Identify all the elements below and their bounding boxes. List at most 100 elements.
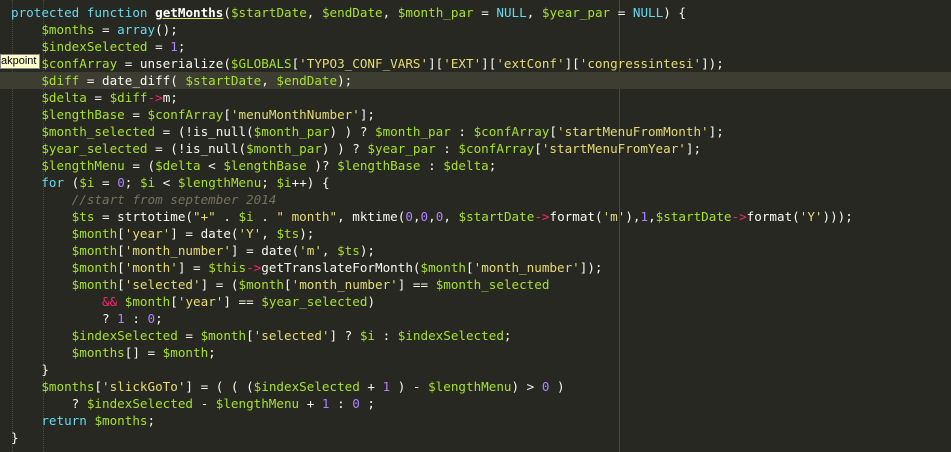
code-line[interactable]: $months['slickGoTo'] = ( ( ($indexSelect… (0, 378, 951, 395)
variable-token: $month (200, 328, 247, 343)
variable-token: $confArray (41, 56, 118, 71)
operator-token: -> (147, 90, 163, 105)
variable-token: $months (41, 379, 95, 394)
code-editor[interactable]: protected function getMonths($startDate,… (0, 0, 951, 452)
keyword-token: function (86, 5, 148, 20)
text-token: ]; (685, 141, 702, 156)
constant-token: NULL (496, 5, 527, 20)
variable-token: $confArray (147, 107, 224, 122)
string-token: " month" (276, 209, 338, 224)
text-token: [] = (124, 345, 163, 360)
code-line[interactable]: $month['month'] = $this->getTranslateFor… (0, 259, 951, 276)
code-line[interactable]: } (0, 361, 951, 378)
variable-token: $confArray (458, 141, 535, 156)
constant-token: NULL (632, 5, 664, 20)
text-token: [ (284, 277, 292, 292)
code-line[interactable]: //start from september 2014 (0, 191, 951, 208)
string-token: 'Y' (238, 226, 262, 241)
code-line[interactable]: ? 1 : 0; (0, 310, 951, 327)
text-token: ] == (397, 277, 436, 292)
code-line[interactable]: $lengthBase = $confArray['menuMonthNumbe… (0, 106, 951, 123)
text-token: = (86, 90, 110, 105)
code-line[interactable]: } (0, 429, 951, 446)
code-line[interactable]: && $month['year'] == $year_selected) (0, 293, 951, 310)
text-token: [ (117, 260, 125, 275)
text-token: [ (117, 277, 125, 292)
variable-token: $ts (276, 226, 300, 241)
code-line[interactable]: $month['month_number'] = date('m', $ts); (0, 242, 951, 259)
text-token: : (124, 311, 148, 326)
code-line[interactable]: $month['year'] = date('Y', $ts); (0, 225, 951, 242)
code-line[interactable]: for ($i = 0; $i < $lengthMenu; $i++) { (0, 174, 951, 191)
code-line[interactable]: $indexSelected = $month['selected'] ? $i… (0, 327, 951, 344)
variable-token: $i (238, 209, 254, 224)
text-token: ; (177, 39, 186, 54)
code-line[interactable]: $delta = $diff->m; (0, 89, 951, 106)
variable-token: $month (420, 260, 467, 275)
function-name-token: getMonths (155, 5, 224, 20)
text-token: )? (306, 158, 338, 173)
code-line[interactable]: $months = array(); (0, 21, 951, 38)
variable-token: $month (71, 277, 118, 292)
variable-token: $endDate (321, 5, 383, 20)
text-token: ; (359, 396, 375, 411)
text-token: ) ) ? (321, 141, 368, 156)
variable-token: $year_selected (261, 294, 368, 309)
variable-token: $year_selected (41, 141, 148, 156)
variable-token: $endDate (276, 73, 338, 88)
text-token: ] = ( ( ( (185, 379, 254, 394)
text-token: , (261, 226, 277, 241)
code-line[interactable]: $lengthMenu = ($delta < $lengthBase )? $… (0, 157, 951, 174)
code-line[interactable]: $year_selected = (!is_null($month_par) )… (0, 140, 951, 157)
text-token: , (306, 5, 322, 20)
variable-token: $months (94, 413, 148, 428)
text-token: : (329, 396, 353, 411)
operator-token: -> (246, 260, 262, 275)
code-line[interactable]: protected function getMonths($startDate,… (0, 4, 951, 21)
text-token: [ (170, 294, 178, 309)
keyword-token: for (41, 175, 65, 190)
text-token: , (428, 209, 436, 224)
text-token: , (443, 209, 459, 224)
code-line[interactable]: $indexSelected = 1; (0, 38, 951, 55)
variable-token: $lengthBase (41, 107, 125, 122)
text-token: ) (367, 294, 376, 309)
text-token: : (435, 141, 459, 156)
text-token: ? (11, 311, 118, 326)
text-token: format( (549, 209, 603, 224)
keyword-token: array (117, 22, 156, 37)
code-line[interactable]: $ts = strtotime("+" . $i . " month", mkt… (0, 208, 951, 225)
text-token: [ (94, 379, 103, 394)
text-token: : (420, 158, 444, 173)
variable-token: $month_par (253, 124, 330, 139)
text-token: = (177, 328, 201, 343)
text-token: ]; (359, 107, 375, 122)
variable-token: $indexSelected (41, 39, 148, 54)
text-token: - (192, 396, 216, 411)
code-line[interactable]: $months[] = $month; (0, 344, 951, 361)
variable-token: $lengthMenu (41, 158, 125, 173)
text-token: = (!is_null( (155, 124, 254, 139)
text-token: ); (359, 243, 376, 258)
code-line[interactable]: $month_selected = (!is_null($month_par) … (0, 123, 951, 140)
string-token: 'month_number' (473, 260, 580, 275)
text-token: + (359, 379, 383, 394)
variable-token: $month (71, 260, 118, 275)
variable-token: $year_par (367, 141, 436, 156)
text-token: = (!is_null( (147, 141, 247, 156)
text-token: ? (11, 396, 87, 411)
code-line[interactable]: $diff = date_diff( $startDate, $endDate)… (0, 72, 951, 89)
code-line[interactable]: ? $indexSelected - $lengthMenu + 1 : 0 ; (0, 395, 951, 412)
string-token: 'month_number' (124, 243, 231, 258)
variable-token: $startDate (185, 73, 262, 88)
code-line[interactable]: return $months; (0, 412, 951, 429)
code-line[interactable]: $month['selected'] = ($month['month_numb… (0, 276, 951, 293)
code-line[interactable]: $confArray = unserialize($GLOBALS['TYPO3… (0, 55, 951, 72)
